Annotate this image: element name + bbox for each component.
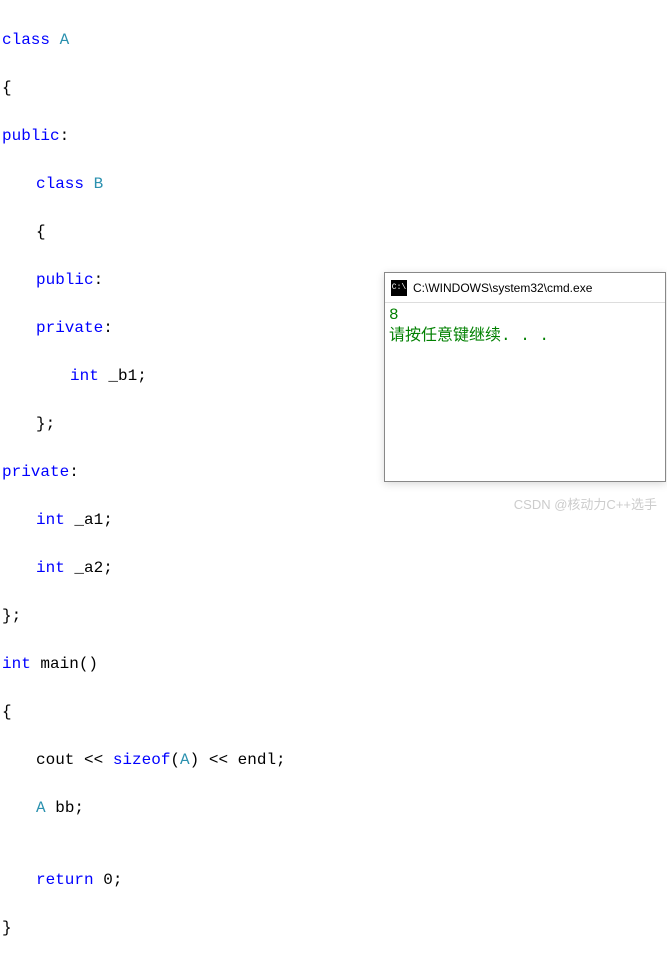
keyword-public: public <box>36 271 94 289</box>
return-val: 0; <box>94 871 123 889</box>
console-output: 8 请按任意键继续. . . <box>385 303 665 349</box>
colon: : <box>94 271 104 289</box>
keyword-int: int <box>70 367 99 385</box>
keyword-private: private <box>36 319 103 337</box>
output-value: 8 <box>389 305 661 326</box>
console-title: C:\WINDOWS\system32\cmd.exe <box>413 281 592 295</box>
endl-part: ) << endl; <box>190 751 286 769</box>
type-a: A <box>36 799 46 817</box>
fn-main: main() <box>31 655 98 673</box>
console-titlebar[interactable]: C:\ C:\WINDOWS\system32\cmd.exe <box>385 273 665 303</box>
colon: : <box>69 463 79 481</box>
cout: cout << <box>36 751 113 769</box>
var-bb: bb; <box>46 799 84 817</box>
code-line: class B <box>0 172 667 196</box>
colon: : <box>103 319 113 337</box>
keyword-private: private <box>2 463 69 481</box>
output-prompt: 请按任意键继续. . . <box>389 326 661 347</box>
code-line: } <box>0 916 667 940</box>
code-line: }; <box>0 604 667 628</box>
keyword-int: int <box>36 559 65 577</box>
code-line: return 0; <box>0 868 667 892</box>
code-line: A bb; <box>0 796 667 820</box>
code-line: { <box>0 700 667 724</box>
keyword-class: class <box>2 31 50 49</box>
code-line: int _a2; <box>0 556 667 580</box>
code-line: int main() <box>0 652 667 676</box>
type-a: A <box>180 751 190 769</box>
code-line: cout << sizeof(A) << endl; <box>0 748 667 772</box>
code-line: { <box>0 76 667 100</box>
member-a1: _a1; <box>65 511 113 529</box>
type-a: A <box>50 31 69 49</box>
code-line: class A <box>0 28 667 52</box>
code-line: public: <box>0 124 667 148</box>
keyword-class: class <box>36 175 84 193</box>
watermark: CSDN @核动力C++选手 <box>514 494 657 513</box>
paren: ( <box>170 751 180 769</box>
keyword-sizeof: sizeof <box>113 751 171 769</box>
code-line: { <box>0 220 667 244</box>
console-window[interactable]: C:\ C:\WINDOWS\system32\cmd.exe 8 请按任意键继… <box>384 272 666 482</box>
member-a2: _a2; <box>65 559 113 577</box>
type-b: B <box>84 175 103 193</box>
colon: : <box>60 127 70 145</box>
cmd-icon: C:\ <box>391 280 407 296</box>
member-b1: _b1; <box>99 367 147 385</box>
keyword-int: int <box>36 511 65 529</box>
keyword-return: return <box>36 871 94 889</box>
keyword-int: int <box>2 655 31 673</box>
keyword-public: public <box>2 127 60 145</box>
code-editor: class A { public: class B { public: priv… <box>0 0 667 968</box>
